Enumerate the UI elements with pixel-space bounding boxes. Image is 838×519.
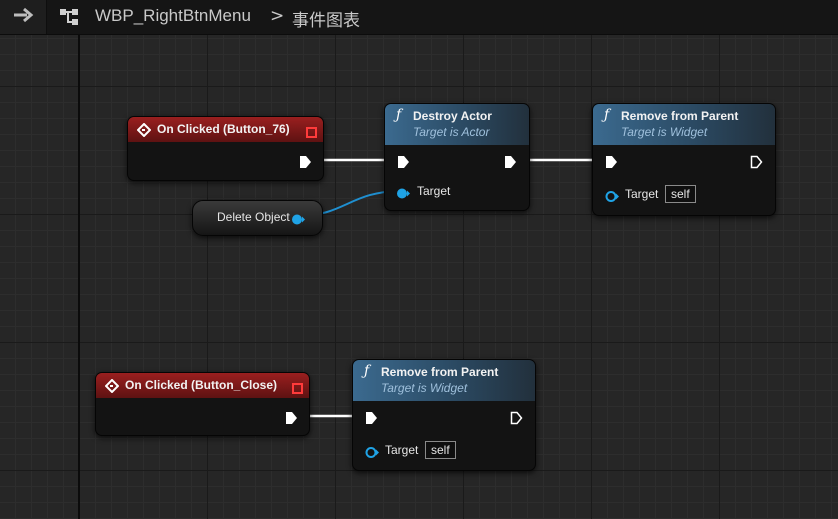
target-input-pin[interactable] — [396, 185, 410, 204]
exec-input-pin[interactable] — [365, 410, 378, 429]
exec-output-pin[interactable] — [750, 154, 763, 173]
target-pin-label: Target — [625, 187, 659, 201]
function-node-title: Destroy Actor — [413, 109, 492, 123]
function-node-title: Remove from Parent — [381, 365, 499, 379]
event-diamond-icon — [136, 122, 152, 141]
exec-output-pin[interactable] — [510, 410, 523, 429]
variable-node-label: Delete Object — [217, 210, 290, 224]
event-node-on-clicked-button-76[interactable]: On Clicked (Button_76) — [127, 116, 324, 181]
variable-node-delete-object[interactable]: Delete Object — [192, 200, 323, 236]
function-node-subtitle: Target is Widget — [621, 125, 708, 139]
exec-output-pin[interactable] — [285, 410, 298, 429]
delegate-square-icon[interactable] — [306, 123, 317, 142]
exec-input-pin[interactable] — [397, 154, 410, 173]
function-node-remove-from-parent-2[interactable]: ƒ Remove from Parent Target is Widget Ta… — [352, 359, 536, 471]
exec-output-pin[interactable] — [504, 154, 517, 173]
function-f-icon: ƒ — [604, 107, 610, 123]
target-input-pin[interactable] — [605, 188, 619, 207]
event-node-on-clicked-button-close[interactable]: On Clicked (Button_Close) — [95, 372, 310, 436]
exec-output-pin[interactable] — [299, 154, 312, 173]
target-self-field[interactable]: self — [665, 185, 696, 203]
function-node-title: Remove from Parent — [621, 109, 739, 123]
target-self-field[interactable]: self — [425, 441, 456, 459]
event-node-title: On Clicked (Button_Close) — [125, 378, 278, 392]
function-node-subtitle: Target is Widget — [381, 381, 468, 395]
function-node-remove-from-parent-1[interactable]: ƒ Remove from Parent Target is Widget Ta… — [592, 103, 776, 216]
target-input-pin[interactable] — [365, 444, 379, 463]
function-node-subtitle: Target is Actor — [413, 125, 490, 139]
function-f-icon: ƒ — [364, 363, 370, 379]
event-diamond-icon — [104, 378, 120, 397]
object-output-pin[interactable] — [291, 211, 305, 230]
exec-input-pin[interactable] — [605, 154, 618, 173]
target-pin-label: Target — [385, 443, 419, 457]
function-f-icon: ƒ — [396, 107, 402, 123]
target-pin-label: Target — [417, 184, 451, 198]
event-node-title: On Clicked (Button_76) — [157, 122, 290, 136]
function-node-destroy-actor[interactable]: ƒ Destroy Actor Target is Actor Target — [384, 103, 530, 211]
delegate-square-icon[interactable] — [292, 379, 303, 398]
